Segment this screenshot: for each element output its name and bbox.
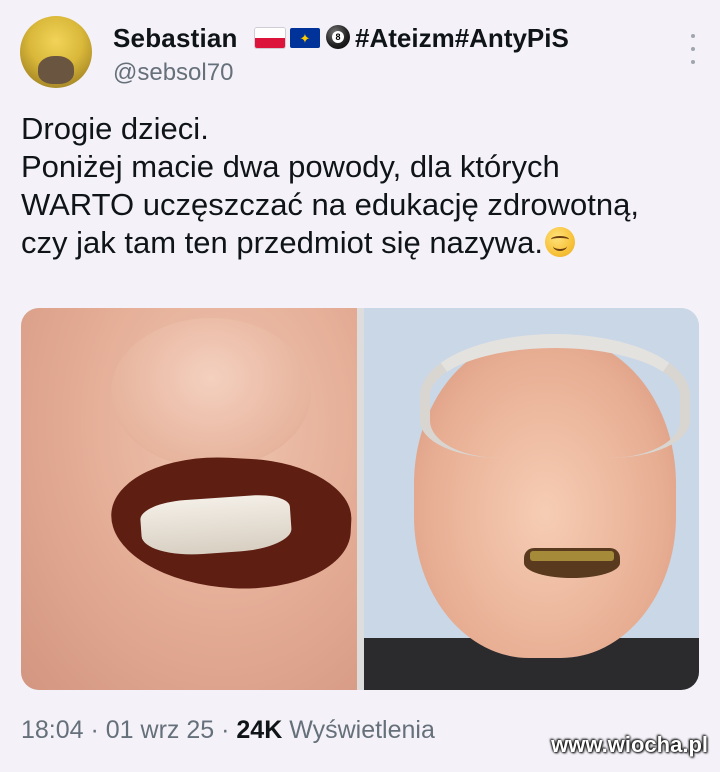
photo-hair [420, 334, 690, 458]
dot-icon [691, 34, 695, 38]
more-options-button[interactable] [688, 34, 698, 64]
tweet-line: Drogie dzieci. [21, 111, 209, 146]
avatar[interactable] [20, 16, 92, 88]
tweet-text: Drogie dzieci. Poniżej macie dwa powody,… [21, 110, 701, 262]
meta-separator: · [214, 716, 237, 744]
views-label: Wyświetlenia [282, 716, 435, 744]
tweet-line: czy jak tam ten przedmiot się nazywa. [21, 225, 544, 260]
photo-nose [111, 318, 311, 468]
tweet-media[interactable] [21, 308, 699, 690]
tweet-time[interactable]: 18:04 [21, 716, 84, 744]
tweet-meta: 18:04 · 01 wrz 25 · 24K Wyświetlenia [21, 716, 435, 745]
photo-right[interactable] [364, 308, 699, 690]
watermark: www.wiocha.pl [551, 732, 708, 757]
flag-poland-icon [255, 28, 285, 48]
eight-ball-icon: 8 [326, 25, 350, 49]
author-handle[interactable]: @sebsol70 [113, 59, 233, 87]
tweet-line-last: czy jak tam ten przedmiot się nazywa. [21, 224, 701, 262]
tweet-line: Poniżej macie dwa powody, dla których [21, 149, 560, 184]
photo-grin [524, 548, 620, 578]
smiling-face-icon [545, 227, 576, 257]
views-count: 24K [236, 716, 283, 744]
tweet-line: WARTO uczęszczać na edukację zdrowotną, [21, 187, 639, 222]
author-name[interactable]: Sebastian [113, 23, 238, 54]
author-hashtags[interactable]: #Ateizm#AntyPiS [355, 23, 569, 54]
dot-icon [691, 47, 695, 51]
photo-left[interactable] [21, 308, 357, 690]
dot-icon [691, 60, 695, 64]
flag-eu-icon: ✦ [290, 28, 320, 48]
meta-separator: · [83, 716, 106, 744]
tweet-date[interactable]: 01 wrz 25 [106, 716, 214, 744]
avatar-face [38, 56, 74, 84]
